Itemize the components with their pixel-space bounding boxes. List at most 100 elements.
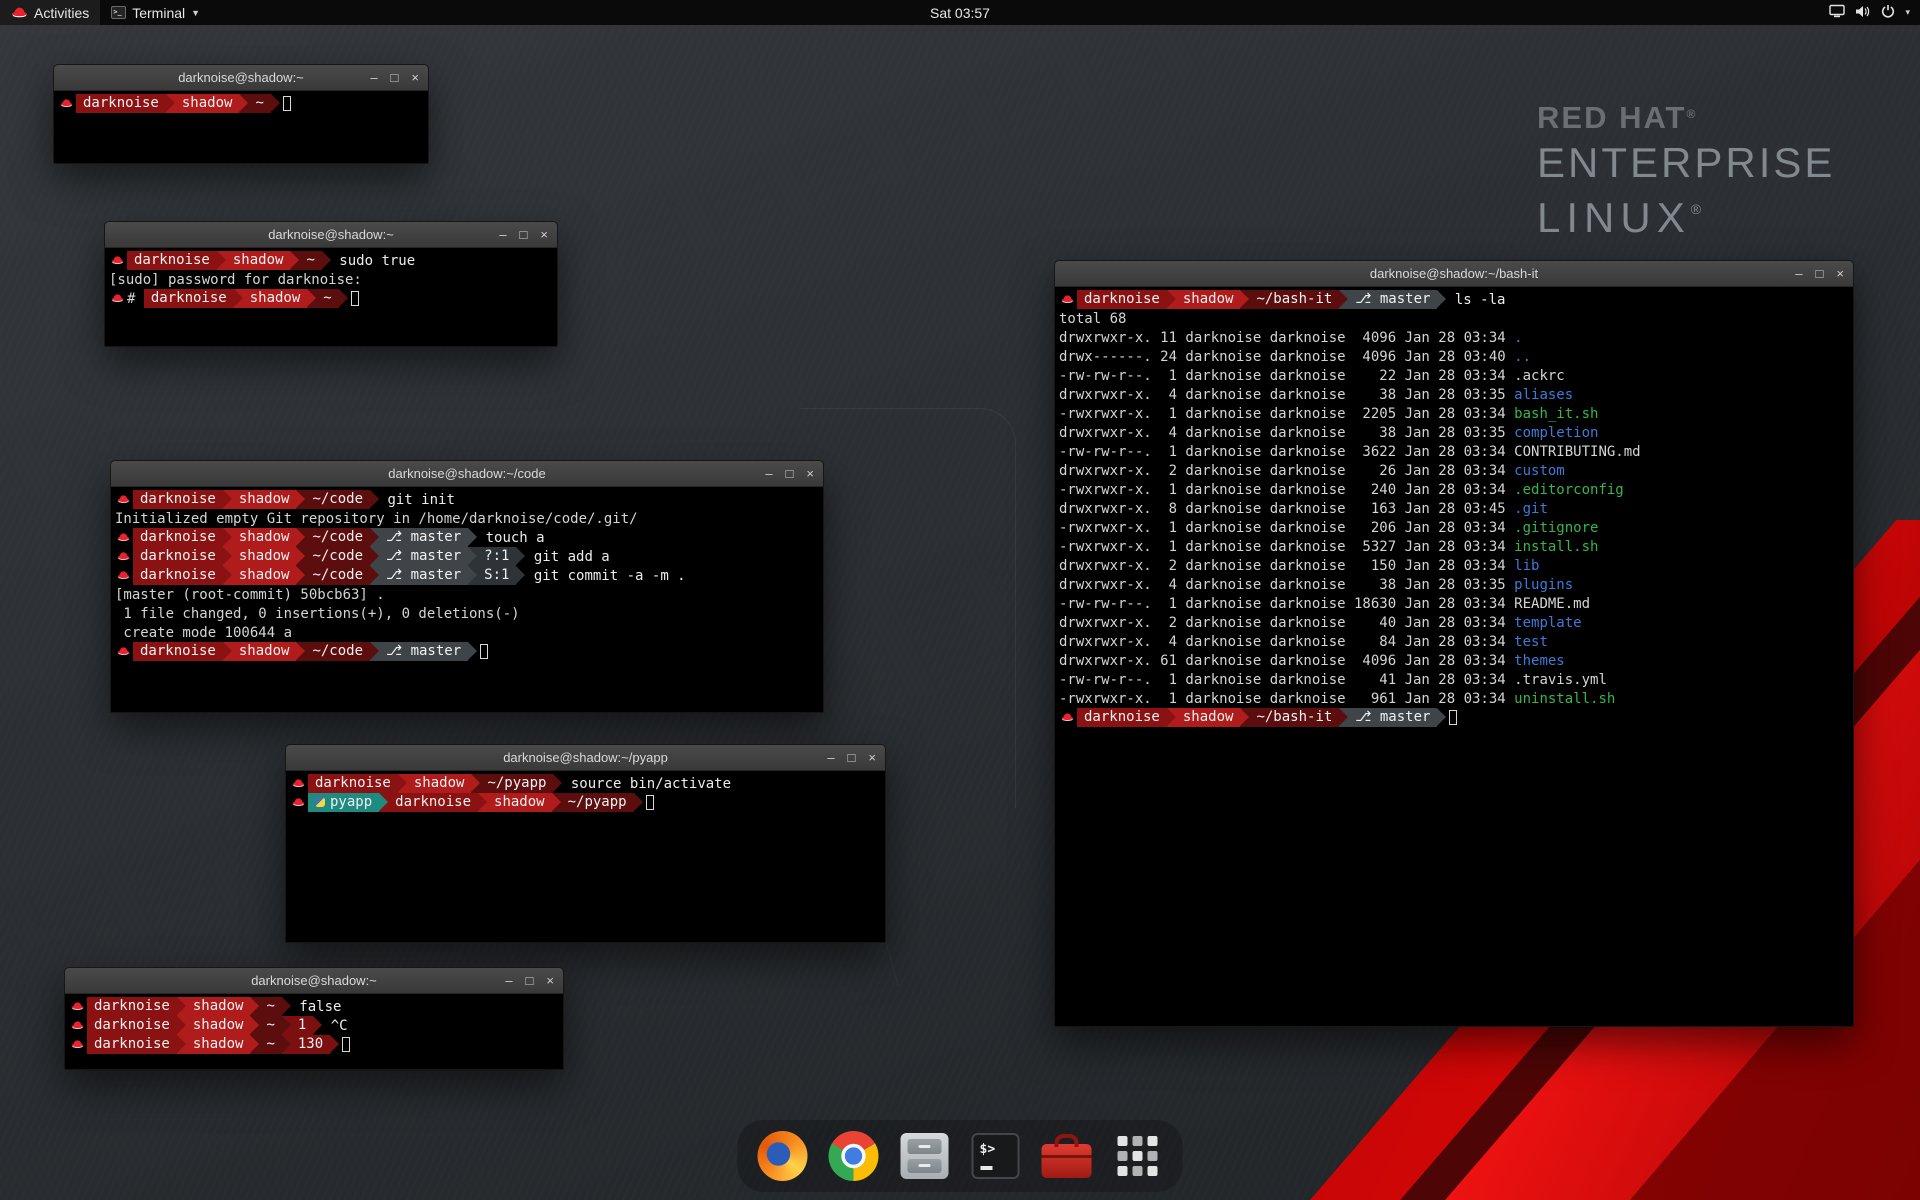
powerline-separator-icon xyxy=(223,547,232,566)
file-name: README.md xyxy=(1514,596,1590,612)
powerline-separator-icon xyxy=(250,997,259,1016)
file-name: .gitignore xyxy=(1514,520,1598,536)
prompt-segment-path: ~ xyxy=(259,997,281,1016)
prompt-segment-path: ~/code xyxy=(305,642,370,661)
output-text: -rwxrwxr-x. 1 darknoise darknoise 5327 J… xyxy=(1059,539,1514,555)
redhat-prompt-icon xyxy=(115,490,132,509)
terminal-line: 1 file changed, 0 insertions(+), 0 delet… xyxy=(115,604,819,623)
close-button[interactable]: × xyxy=(806,461,814,487)
file-name: themes xyxy=(1514,653,1565,669)
terminal-window[interactable]: darknoise@shadow:~/code–□×darknoiseshado… xyxy=(110,460,824,713)
prompt-segment-venv: pyapp xyxy=(308,793,379,812)
python-icon xyxy=(315,797,325,807)
terminal-window[interactable]: darknoise@shadow:~–□×darknoiseshadow~ fa… xyxy=(64,967,564,1070)
terminal-content[interactable]: darknoiseshadow~/bash-it⎇ master ls -lat… xyxy=(1055,287,1853,727)
terminal-window[interactable]: darknoise@shadow:~/pyapp–□×darknoiseshad… xyxy=(285,744,886,943)
prompt-segment-git: ⎇ master xyxy=(379,547,468,566)
clock[interactable]: Sat 03:57 xyxy=(0,5,1920,21)
window-titlebar[interactable]: darknoise@shadow:~–□× xyxy=(54,65,428,91)
prompt-segment-path: ~/pyapp xyxy=(480,774,553,793)
close-button[interactable]: × xyxy=(546,968,554,994)
terminal-line: darknoiseshadow~/code⎇ master?:1 git add… xyxy=(115,547,819,566)
dock-item-chrome[interactable] xyxy=(827,1129,881,1183)
terminal-line: darknoiseshadow~ xyxy=(58,94,424,113)
terminal-window[interactable]: darknoise@shadow:~–□×darknoiseshadow~ su… xyxy=(104,221,558,347)
minimize-button[interactable]: – xyxy=(370,65,377,91)
prompt-segment-exit: 130 xyxy=(291,1035,330,1054)
terminal-line: -rwxrwxr-x. 1 darknoise darknoise 2205 J… xyxy=(1059,404,1849,423)
prompt-segment-user: darknoise xyxy=(87,1016,177,1035)
output-text: drwxrwxr-x. 8 darknoise darknoise 163 Ja… xyxy=(1059,501,1514,517)
prompt-segment-user: darknoise xyxy=(388,793,478,812)
minimize-button[interactable]: – xyxy=(499,222,506,248)
powerline-separator-icon xyxy=(516,566,525,585)
rhel-wallpaper-brand: RED HAT® ENTERPRISE LINUX® xyxy=(1537,100,1835,241)
terminal-content[interactable]: darknoiseshadow~ xyxy=(54,91,428,113)
minimize-button[interactable]: – xyxy=(1795,261,1802,287)
prompt-segment-path: ~/code xyxy=(305,547,370,566)
powerline-separator-icon xyxy=(234,289,243,308)
prompt-segment-path: ~/bash-it xyxy=(1249,708,1339,727)
output-text: total 68 xyxy=(1059,311,1126,327)
redhat-prompt-icon xyxy=(115,547,132,566)
prompt-segment-user: darknoise xyxy=(87,997,177,1016)
powerline-separator-icon xyxy=(250,1016,259,1035)
terminal-line: darknoiseshadow~/code⎇ master touch a xyxy=(115,528,819,547)
output-text: # xyxy=(127,291,144,307)
minimize-button[interactable]: – xyxy=(765,461,772,487)
maximize-button[interactable]: □ xyxy=(1816,261,1824,287)
prompt-segment-path: ~ xyxy=(316,289,338,308)
prompt-segment-status: S:1 xyxy=(477,566,516,585)
output-text: -rwxrwxr-x. 1 darknoise darknoise 240 Ja… xyxy=(1059,482,1514,498)
output-text: drwxrwxr-x. 4 darknoise darknoise 84 Jan… xyxy=(1059,634,1514,650)
window-titlebar[interactable]: darknoise@shadow:~/pyapp–□× xyxy=(286,745,885,771)
close-button[interactable]: × xyxy=(868,745,876,771)
firefox-icon xyxy=(758,1131,808,1181)
powerline-separator-icon xyxy=(478,793,487,812)
output-text: drwxrwxr-x. 4 darknoise darknoise 38 Jan… xyxy=(1059,425,1514,441)
minimize-button[interactable]: – xyxy=(505,968,512,994)
terminal-content[interactable]: darknoiseshadow~ falsedarknoiseshadow~1 … xyxy=(65,994,563,1054)
terminal-window[interactable]: darknoise@shadow:~/bash-it–□×darknoisesh… xyxy=(1054,260,1854,1027)
terminal-window[interactable]: darknoise@shadow:~–□×darknoiseshadow~ xyxy=(53,64,429,164)
maximize-button[interactable]: □ xyxy=(526,968,534,994)
terminal-line: darknoiseshadow~/bash-it⎇ master xyxy=(1059,708,1849,727)
terminal-line: Initialized empty Git repository in /hom… xyxy=(115,509,819,528)
window-titlebar[interactable]: darknoise@shadow:~–□× xyxy=(105,222,557,248)
close-button[interactable]: × xyxy=(540,222,548,248)
terminal-line: pyappdarknoiseshadow~/pyapp xyxy=(290,793,881,812)
dock-item-files[interactable] xyxy=(898,1129,952,1183)
terminal-content[interactable]: darknoiseshadow~/code git initInitialize… xyxy=(111,487,823,661)
maximize-button[interactable]: □ xyxy=(786,461,794,487)
powerline-separator-icon xyxy=(177,1016,186,1035)
dock-item-terminal[interactable]: $> xyxy=(969,1129,1023,1183)
dock-item-app-grid[interactable] xyxy=(1111,1129,1165,1183)
dock-item-software-toolbox[interactable] xyxy=(1040,1129,1094,1183)
maximize-button[interactable]: □ xyxy=(520,222,528,248)
output-text: -rw-rw-r--. 1 darknoise darknoise 3622 J… xyxy=(1059,444,1514,460)
file-name: completion xyxy=(1514,425,1598,441)
close-button[interactable]: × xyxy=(411,65,419,91)
window-buttons: –□ × xyxy=(505,968,563,994)
maximize-button[interactable]: □ xyxy=(391,65,399,91)
maximize-button[interactable]: □ xyxy=(848,745,856,771)
prompt-segment-host: shadow xyxy=(232,528,297,547)
terminal-line: -rwxrwxr-x. 1 darknoise darknoise 961 Ja… xyxy=(1059,689,1849,708)
prompt-segment-user: darknoise xyxy=(308,774,398,793)
power-icon xyxy=(1881,4,1895,21)
system-status-area[interactable]: ▾ xyxy=(1819,0,1920,25)
terminal-line: drwxrwxr-x. 4 darknoise darknoise 38 Jan… xyxy=(1059,575,1849,594)
window-titlebar[interactable]: darknoise@shadow:~/code–□× xyxy=(111,461,823,487)
dock-item-firefox[interactable] xyxy=(756,1129,810,1183)
text-cursor xyxy=(283,96,291,111)
terminal-line: -rw-rw-r--. 1 darknoise darknoise 3622 J… xyxy=(1059,442,1849,461)
caret-down-icon: ▾ xyxy=(1905,7,1910,18)
powerline-separator-icon xyxy=(1339,708,1348,727)
window-titlebar[interactable]: darknoise@shadow:~/bash-it–□× xyxy=(1055,261,1853,287)
window-titlebar[interactable]: darknoise@shadow:~–□× xyxy=(65,968,563,994)
close-button[interactable]: × xyxy=(1836,261,1844,287)
powerline-separator-icon xyxy=(468,642,477,661)
minimize-button[interactable]: – xyxy=(827,745,834,771)
terminal-content[interactable]: darknoiseshadow~ sudo true[sudo] passwor… xyxy=(105,248,557,308)
terminal-content[interactable]: darknoiseshadow~/pyapp source bin/activa… xyxy=(286,771,885,812)
